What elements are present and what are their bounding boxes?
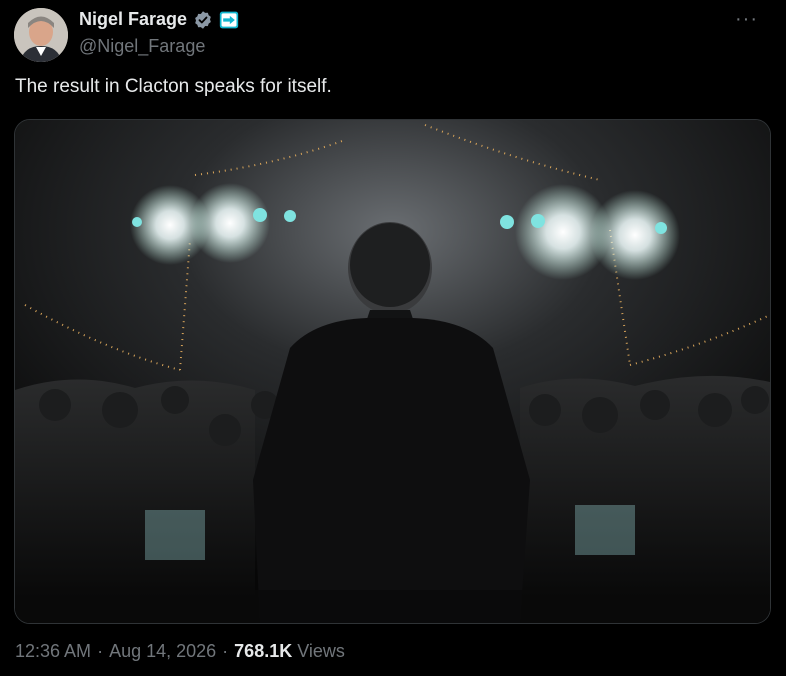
author-avatar[interactable]	[14, 8, 68, 62]
post-meta: 12:36 AM · Aug 14, 2026 · 768.1K Views	[15, 641, 345, 662]
post-text: The result in Clacton speaks for itself.	[15, 76, 332, 97]
verified-badge-icon[interactable]	[193, 10, 213, 30]
author-name[interactable]: Nigel Farage	[79, 9, 187, 30]
post-date[interactable]: Aug 14, 2026	[109, 641, 216, 662]
affiliate-badge-icon[interactable]	[219, 10, 239, 30]
rally-photo	[15, 120, 770, 623]
meta-separator: ·	[97, 641, 104, 661]
post-time[interactable]: 12:36 AM	[15, 641, 91, 662]
more-options-icon[interactable]: ···	[735, 8, 758, 31]
avatar-image	[14, 8, 68, 62]
post-media-image[interactable]	[14, 119, 771, 624]
author-handle[interactable]: @Nigel_Farage	[79, 36, 205, 57]
author-name-row: Nigel Farage	[79, 9, 239, 30]
meta-separator: ·	[222, 641, 229, 661]
views-count: 768.1K	[234, 641, 293, 661]
views-label: Views	[297, 641, 345, 661]
